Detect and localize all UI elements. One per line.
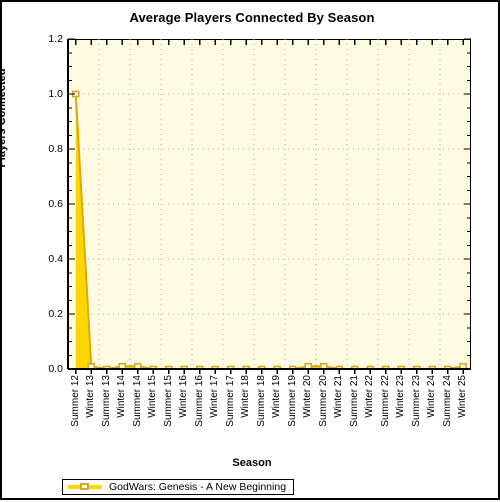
x-tick-label: Summer 17 (224, 375, 236, 427)
chart-title: Average Players Connected By Season (129, 10, 375, 25)
x-tick-label-holder: Summer 20 (317, 375, 331, 465)
x-tick-label-holder: Winter 23 (394, 375, 408, 465)
x-tick-label: Winter 22 (364, 375, 376, 418)
x-tick-label-holder: Summer 24 (441, 375, 455, 465)
data-series-area (71, 90, 468, 369)
x-tick-label-holder: Summer 21 (348, 375, 362, 465)
y-tick-label: 0.6 (48, 198, 63, 210)
x-tick-label-holder: Winter 22 (363, 375, 377, 465)
x-tick-label: Summer 15 (162, 375, 174, 427)
x-tick-label: Summer 23 (410, 375, 422, 427)
x-tick-label-holder: Winter 16 (177, 375, 191, 465)
y-tick-label: 0.4 (48, 253, 63, 265)
x-tick-label: Winter 25 (457, 375, 469, 418)
x-tick-label: Winter 24 (426, 375, 438, 418)
chart-frame: Average Players Connected By Season Play… (0, 0, 500, 500)
x-tick-label: Summer 16 (193, 375, 205, 427)
x-tick-label: Winter 23 (395, 375, 407, 418)
x-tick-label: Summer 19 (286, 375, 298, 427)
y-axis-title: Players Connected (0, 68, 8, 168)
y-tick-label: 1.2 (48, 33, 63, 45)
x-tick-label: Winter 13 (85, 375, 97, 418)
x-tick-label: Summer 12 (69, 375, 81, 427)
x-tick-label: Winter 17 (209, 375, 221, 418)
x-tick-label-holder: Winter 15 (146, 375, 160, 465)
x-tick-label-holder: Winter 18 (239, 375, 253, 465)
legend-swatch (68, 482, 102, 492)
x-tick-label-holder: Winter 13 (84, 375, 98, 465)
x-tick-label-holder: Summer 22 (379, 375, 393, 465)
x-axis-title: Season (232, 457, 272, 469)
y-tick-label: 0.0 (48, 363, 63, 375)
x-tick-label-holder: Winter 14 (115, 375, 129, 465)
x-tick-label: Summer 22 (379, 375, 391, 427)
x-tick-label-holder: Winter 21 (332, 375, 346, 465)
x-tick-label-holder: Winter 19 (270, 375, 284, 465)
x-tick-label-holder: Summer 12 (69, 375, 83, 465)
x-tick-label: Winter 18 (240, 375, 252, 418)
legend-square-marker-icon (80, 483, 89, 490)
x-tick-label: Summer 14 (131, 375, 143, 427)
x-tick-label: Summer 13 (100, 375, 112, 427)
x-tick-label-holder: Winter 17 (208, 375, 222, 465)
x-tick-label-holder: Summer 17 (224, 375, 238, 465)
x-tick-label-holder: Summer 13 (100, 375, 114, 465)
x-tick-label: Winter 19 (271, 375, 283, 418)
y-tick-label: 0.8 (48, 143, 63, 155)
x-tick-label-holder: Summer 15 (162, 375, 176, 465)
x-tick-label-holder: Summer 16 (193, 375, 207, 465)
x-tick-label-holder: Winter 20 (301, 375, 315, 465)
x-tick-label: Summer 24 (441, 375, 453, 427)
x-tick-label-holder: Winter 25 (456, 375, 470, 465)
legend-label: GodWars: Genesis - A New Beginning (109, 481, 287, 493)
y-tick-label: 1.0 (48, 88, 63, 100)
x-tick-label-holder: Summer 14 (131, 375, 145, 465)
x-tick-label-holder: Summer 23 (410, 375, 424, 465)
x-tick-label-holder: Summer 18 (255, 375, 269, 465)
y-tick-label: 0.2 (48, 308, 63, 320)
x-tick-label: Winter 21 (333, 375, 345, 418)
x-tick-label: Summer 18 (255, 375, 267, 427)
x-tick-label: Summer 21 (348, 375, 360, 427)
chart-legend[interactable]: GodWars: Genesis - A New Beginning (62, 479, 295, 495)
x-tick-label: Winter 20 (302, 375, 314, 418)
x-tick-label: Winter 15 (147, 375, 159, 418)
plot-area (68, 39, 471, 369)
x-tick-label: Winter 16 (178, 375, 190, 418)
x-tick-label-holder: Summer 19 (286, 375, 300, 465)
x-tick-label: Winter 14 (116, 375, 128, 418)
x-tick-label: Summer 20 (317, 375, 329, 427)
x-tick-label-holder: Winter 24 (425, 375, 439, 465)
